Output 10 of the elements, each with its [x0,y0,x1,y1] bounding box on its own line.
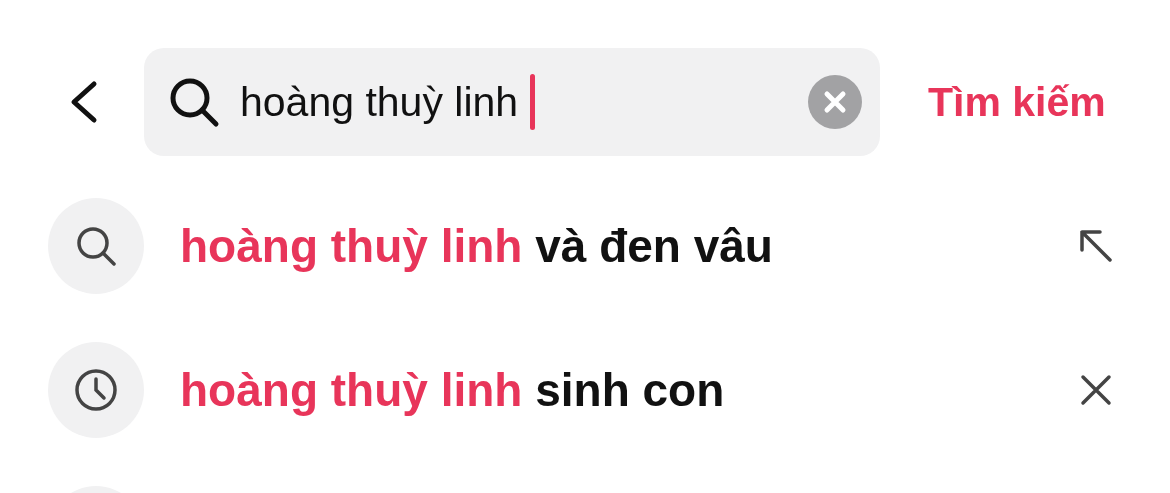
search-text: hoàng thuỳ linh [240,78,519,126]
search-field[interactable]: hoàng thuỳ linh [144,48,880,156]
search-icon [74,224,118,268]
clear-icon[interactable] [808,75,862,129]
search-button[interactable]: Tìm kiếm [928,78,1106,126]
suggestion-text[interactable]: hoàng thuỳ linh và đen vâu [180,219,773,273]
text-caret [530,74,536,130]
search-icon [168,76,220,128]
clock-icon [74,368,118,412]
suggestion-text[interactable]: hoàng thuỳ linh sinh con [180,363,725,417]
